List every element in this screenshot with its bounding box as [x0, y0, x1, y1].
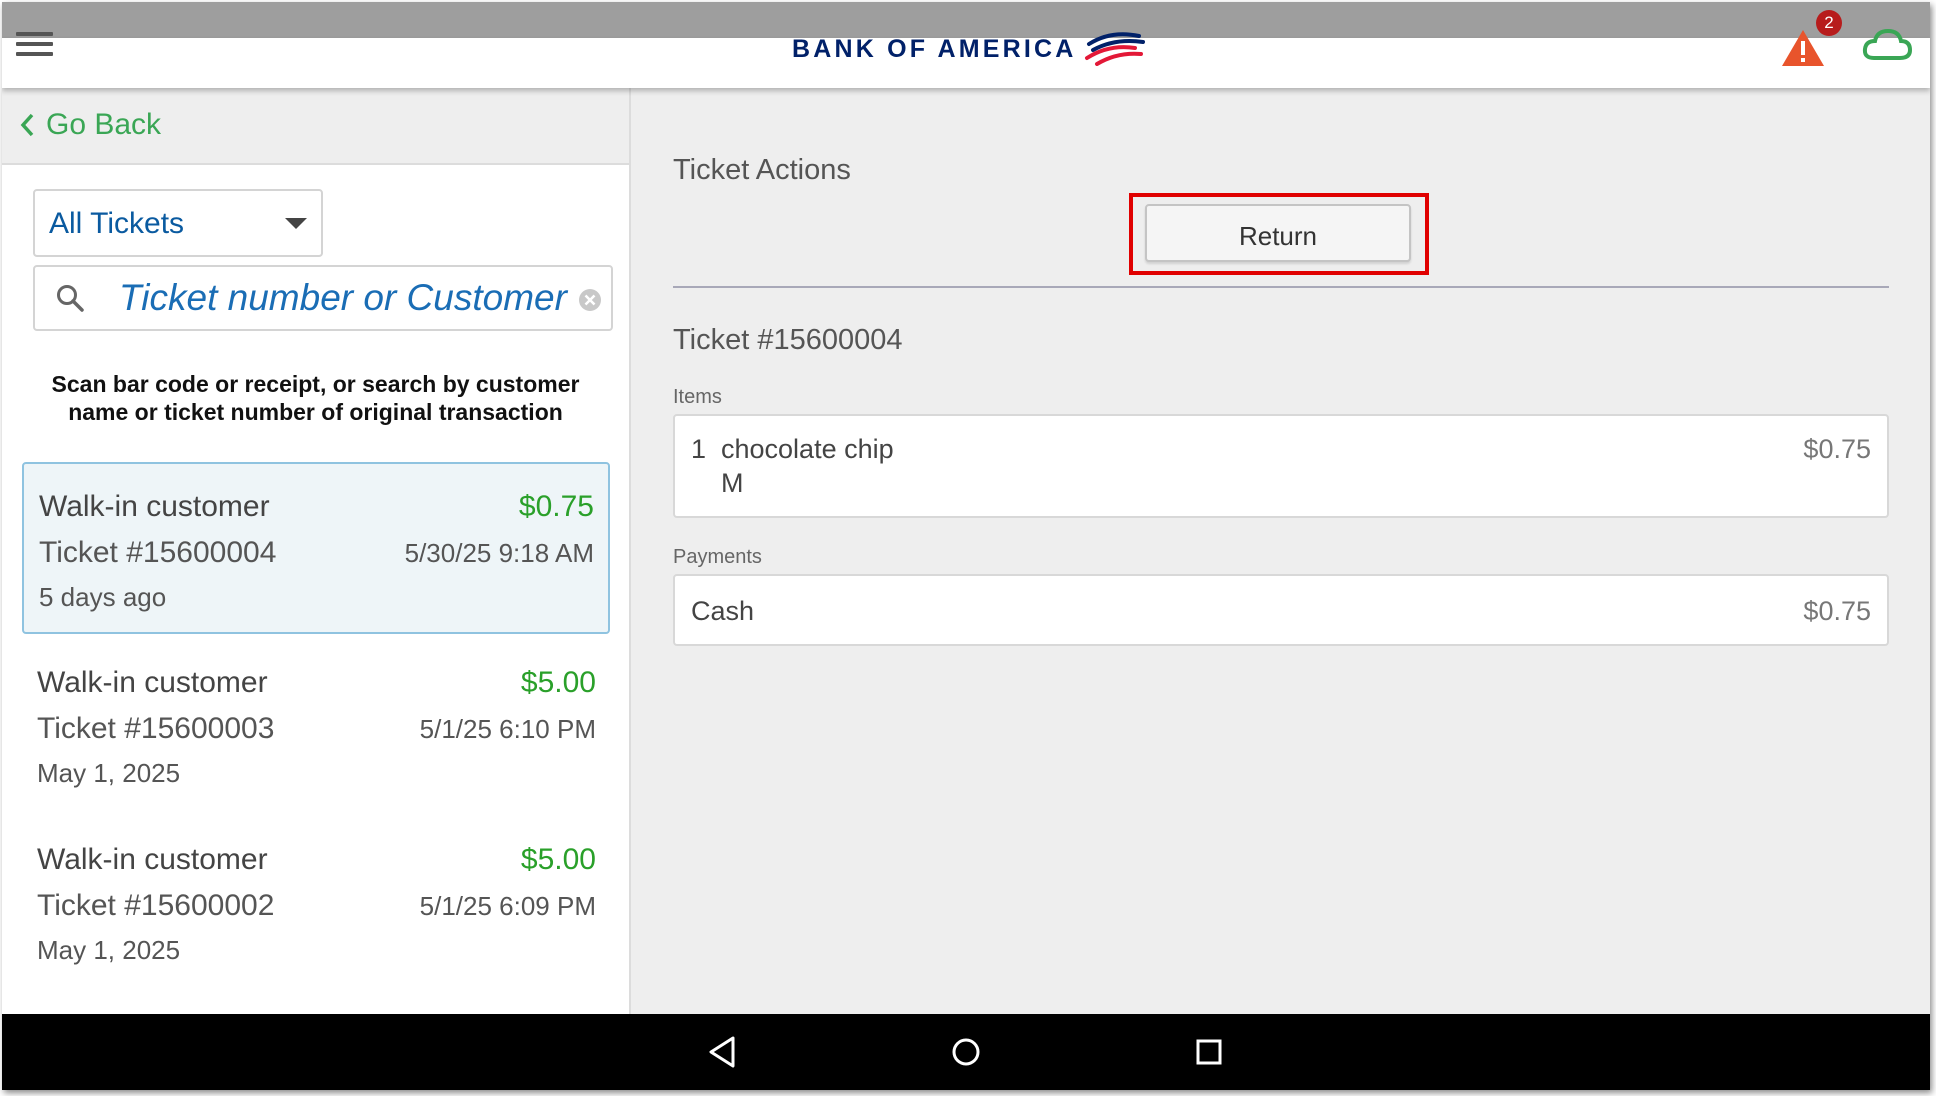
chevron-left-icon [20, 113, 34, 137]
search-icon [57, 285, 84, 312]
ticket-datetime: 5/1/25 6:10 PM [419, 714, 596, 744]
ticket-row[interactable]: Walk-in customer $5.00 Ticket #15600003 … [22, 640, 610, 812]
payment-card: Cash $0.75 [673, 574, 1889, 646]
ticket-amount: $5.00 [520, 843, 596, 876]
ticket-filter-dropdown[interactable]: All Tickets [33, 189, 323, 257]
ticket-customer: Walk-in customer [39, 490, 270, 523]
caret-down-icon [285, 218, 307, 229]
logo-text: BANK OF AMERICA [792, 34, 1077, 63]
warning-icon [1782, 30, 1824, 66]
ticket-customer: Walk-in customer [37, 666, 268, 699]
ticket-number: Ticket #15600004 [39, 536, 277, 569]
search-placeholder: Ticket number or Customer [119, 277, 567, 318]
ticket-age: 5 days ago [39, 582, 167, 612]
go-back-button[interactable]: Go Back [20, 108, 161, 142]
filter-value: All Tickets [49, 207, 185, 240]
ticket-number: Ticket #15600002 [37, 889, 275, 922]
ticket-datetime: 5/1/25 6:09 PM [419, 891, 596, 921]
cloud-icon[interactable] [1862, 28, 1912, 62]
ticket-number: Ticket #15600003 [37, 712, 275, 745]
flag-logo-icon [1084, 32, 1145, 66]
item-name: chocolate chip [721, 434, 894, 464]
ticket-datetime: 5/30/25 9:18 AM [404, 538, 594, 568]
items-label: Items [673, 386, 722, 408]
ticket-age: May 1, 2025 [37, 758, 181, 788]
bank-logo: BANK OF AMERICA [792, 30, 1145, 68]
home-icon[interactable] [948, 1034, 984, 1070]
android-nav-bar [2, 1014, 1930, 1090]
scan-hint: Scan bar code or receipt, or search by c… [51, 371, 580, 425]
recents-icon[interactable] [1192, 1034, 1226, 1070]
return-button[interactable]: Return [1145, 204, 1411, 262]
tablet-screen: BANK OF AMERICA 2 Go Back All Tickets Ti… [2, 2, 1930, 1090]
ticket-actions-title: Ticket Actions [673, 154, 851, 186]
payment-method: Cash [691, 596, 755, 626]
item-qty: 1 [691, 434, 707, 464]
alert-count-badge: 2 [1816, 10, 1842, 36]
ticket-detail-panel: Ticket Actions Return Ticket #15600004 I… [631, 88, 1930, 1014]
payment-amount: $0.75 [1803, 596, 1871, 626]
alerts-button[interactable]: 2 [1780, 8, 1842, 68]
clear-icon[interactable] [577, 287, 603, 313]
ticket-amount: $5.00 [520, 666, 596, 699]
item-price: $0.75 [1803, 434, 1871, 464]
ticket-amount: $0.75 [518, 490, 594, 523]
go-back-bar: Go Back [2, 88, 629, 165]
search-input[interactable]: Ticket number or Customer [33, 265, 613, 331]
item-modifier: M [721, 468, 744, 498]
ticket-list-panel: Go Back All Tickets Ticket number or Cus… [2, 88, 631, 1014]
payments-label: Payments [673, 546, 762, 568]
ticket-row[interactable]: Walk-in customer $5.00 Ticket #15600002 … [22, 817, 610, 989]
ticket-row[interactable]: Walk-in customer $0.75 Ticket #15600004 … [22, 462, 610, 634]
ticket-customer: Walk-in customer [37, 843, 268, 876]
item-card: 1 chocolate chip M $0.75 [673, 414, 1889, 518]
go-back-label: Go Back [46, 108, 162, 141]
menu-icon[interactable] [16, 32, 56, 60]
divider [673, 286, 1889, 288]
ticket-title: Ticket #15600004 [673, 324, 903, 356]
ticket-age: May 1, 2025 [37, 935, 181, 965]
back-icon[interactable] [705, 1034, 739, 1070]
